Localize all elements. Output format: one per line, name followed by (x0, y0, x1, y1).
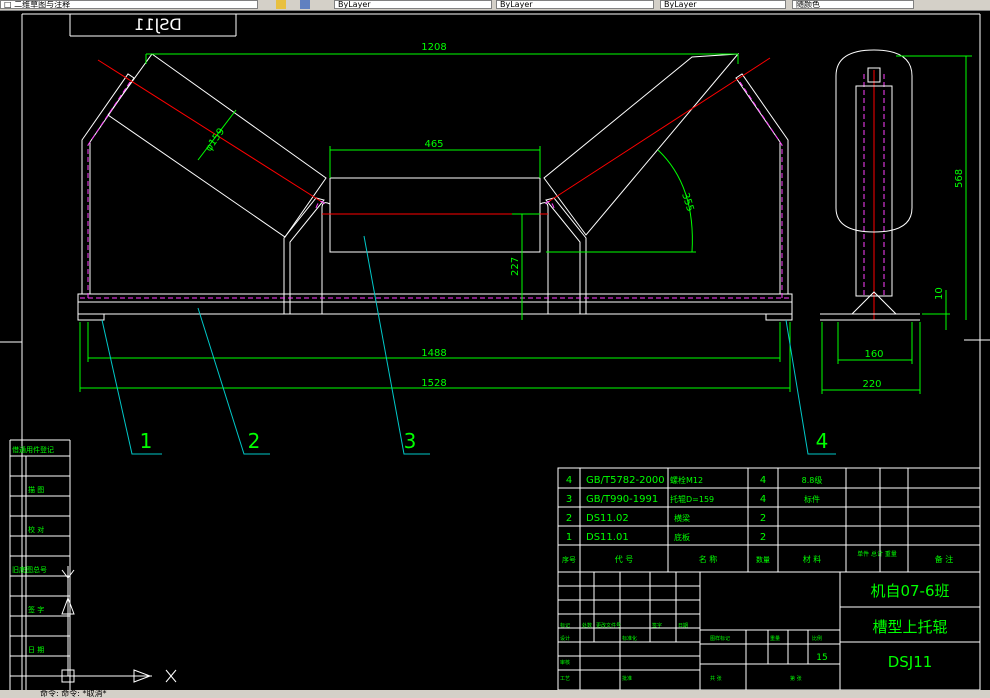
dim-220: 220 (862, 379, 881, 390)
dimension-lines (79, 53, 972, 394)
svg-text:图样标记: 图样标记 (710, 635, 730, 642)
svg-text:签 字: 签 字 (28, 605, 44, 614)
svg-text:横梁: 横梁 (674, 513, 690, 523)
layer-state-icon[interactable] (276, 0, 286, 9)
school-name: 机自07-6班 (870, 582, 949, 600)
balloon-2: 2 (248, 429, 261, 453)
scale-value: 15 (816, 653, 827, 663)
svg-text:单件 总计 重量: 单件 总计 重量 (857, 550, 897, 558)
hidden-lines (80, 74, 885, 299)
dim-227: 227 (510, 257, 521, 276)
command-line[interactable]: 命令: 命令: *取消* (0, 689, 990, 698)
cad-application: □ 二维草图与注释 ByLayer ByLayer ByLayer 随颜色 DS… (0, 0, 990, 698)
dim-10: 10 (934, 287, 945, 300)
svg-text:DS11.01: DS11.01 (586, 532, 629, 543)
svg-text:日 期: 日 期 (28, 646, 44, 654)
drawing-frame (0, 13, 990, 690)
svg-text:设计: 设计 (560, 635, 570, 642)
svg-text:批准: 批准 (622, 675, 632, 682)
dim-1208: 1208 (421, 42, 446, 53)
svg-text:数量: 数量 (756, 555, 770, 564)
centerlines (97, 57, 875, 320)
dim-465: 465 (424, 139, 443, 150)
plotstyle-dropdown[interactable]: 随颜色 (792, 0, 914, 9)
svg-text:GB/T990-1991: GB/T990-1991 (586, 494, 658, 505)
svg-text:共 张: 共 张 (710, 675, 722, 682)
dim-1488: 1488 (421, 348, 446, 359)
drawing-canvas[interactable]: DSJ11 1208 465 φ159 355 227 1488 1528 56… (0, 10, 990, 690)
svg-text:托辊D=159: 托辊D=159 (670, 494, 714, 504)
svg-text:代 号: 代 号 (615, 554, 634, 564)
svg-text:描 图: 描 图 (28, 485, 44, 494)
color-dropdown[interactable]: ByLayer (334, 0, 492, 9)
svg-text:序号: 序号 (562, 555, 576, 564)
svg-text:4: 4 (760, 494, 766, 505)
svg-text:DS11.02: DS11.02 (586, 513, 629, 524)
lineweight-dropdown[interactable]: ByLayer (660, 0, 786, 9)
svg-text:签字: 签字 (652, 622, 662, 629)
svg-text:标记: 标记 (560, 622, 570, 629)
svg-text:名 称: 名 称 (699, 554, 718, 564)
balloon-1: 1 (140, 429, 153, 453)
svg-text:3: 3 (566, 494, 572, 505)
svg-text:1: 1 (566, 532, 572, 543)
front-view-rollers (77, 53, 793, 321)
workspace-dropdown[interactable]: □ 二维草图与注释 (0, 0, 258, 9)
svg-text:2: 2 (760, 513, 766, 524)
svg-text:4: 4 (566, 475, 572, 486)
svg-text:比例: 比例 (812, 635, 822, 642)
dim-568: 568 (954, 169, 965, 188)
balloon-3: 3 (404, 429, 417, 453)
svg-text:2: 2 (566, 513, 572, 524)
drawing-name: 槽型上托辊 (872, 618, 947, 636)
command-text: 命令: 命令: *取消* (40, 689, 107, 698)
dim-160: 160 (864, 349, 883, 360)
svg-text:4: 4 (760, 475, 766, 486)
ucs-icon (60, 566, 177, 683)
svg-text:2: 2 (760, 532, 766, 543)
balloon-4: 4 (816, 429, 829, 453)
leader-lines (101, 235, 836, 455)
svg-text:旧底图总号: 旧底图总号 (12, 565, 47, 574)
svg-text:审核: 审核 (560, 659, 570, 666)
linetype-dropdown[interactable]: ByLayer (496, 0, 654, 9)
title-block-text: 机自07-6班 槽型上托辊 DSJ11 15 标记 处数 更改文件号 签字 日期… (560, 582, 950, 682)
svg-text:日期: 日期 (678, 623, 688, 629)
svg-text:螺栓M12: 螺栓M12 (670, 475, 703, 485)
svg-text:底板: 底板 (674, 532, 690, 542)
svg-text:处数: 处数 (582, 622, 592, 629)
svg-text:更改文件号: 更改文件号 (596, 622, 621, 629)
svg-text:GB/T5782-2000: GB/T5782-2000 (586, 475, 665, 486)
dim-1528: 1528 (421, 378, 446, 389)
side-view (820, 49, 920, 321)
layer-properties-icon[interactable] (300, 0, 310, 9)
dim-355: 355 (679, 192, 695, 214)
drawing-number: DSJ11 (888, 653, 933, 671)
svg-text:8.8级: 8.8级 (802, 475, 823, 485)
svg-text:标件: 标件 (804, 494, 820, 504)
svg-text:工艺: 工艺 (560, 676, 570, 682)
svg-text:标准化: 标准化 (622, 635, 637, 642)
svg-text:校 对: 校 对 (28, 525, 44, 534)
mirrored-title: DSJ11 (134, 15, 182, 34)
svg-text:重量: 重量 (770, 635, 780, 642)
svg-text:材 料: 材 料 (803, 554, 822, 564)
svg-text:备 注: 备 注 (935, 554, 954, 564)
svg-text:第 张: 第 张 (790, 675, 802, 682)
svg-text:借通用件登记: 借通用件登记 (12, 445, 54, 454)
